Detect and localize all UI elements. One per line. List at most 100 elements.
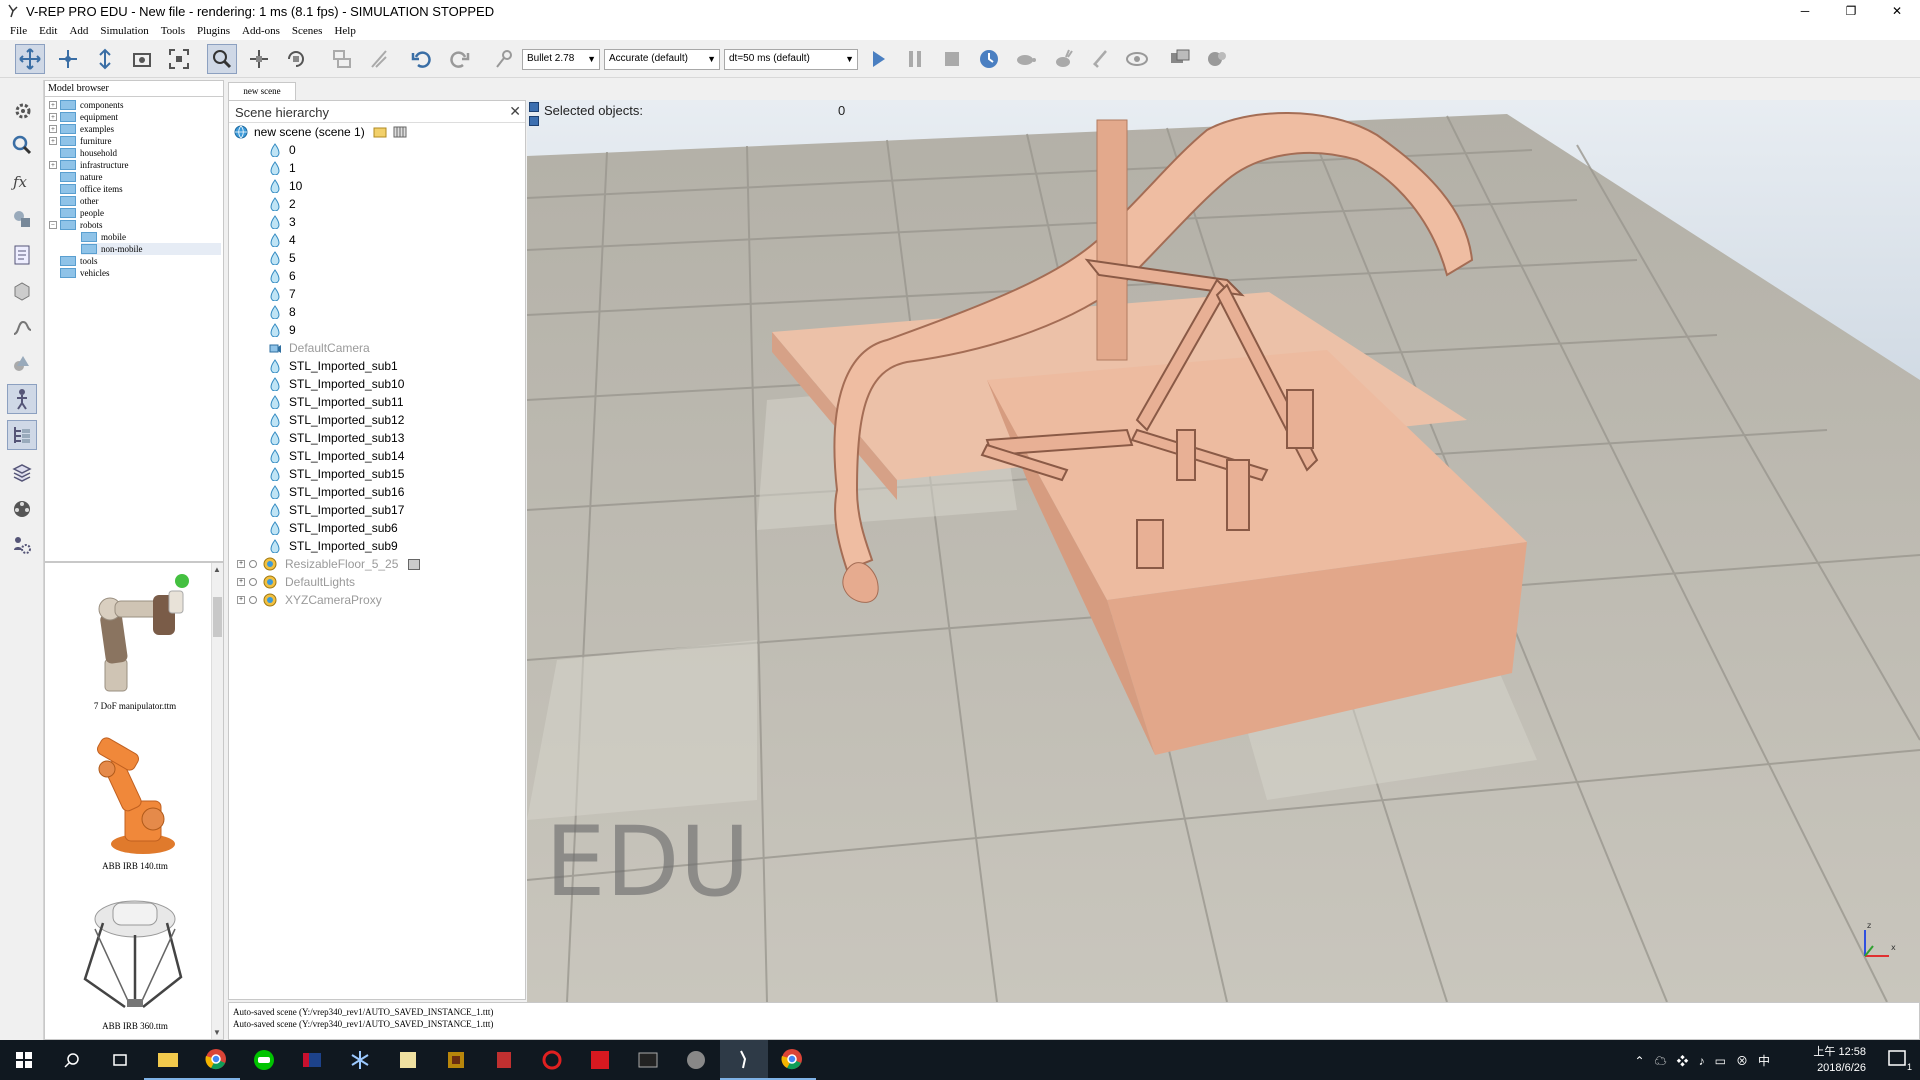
hierarchy-item[interactable]: 8 [269,303,296,321]
hierarchy-item[interactable]: STL_Imported_sub14 [269,447,404,465]
expand-toggle-icon[interactable]: + [237,560,245,568]
scene-selector-button[interactable] [1202,44,1232,74]
object-shift-button[interactable] [244,44,274,74]
cloud-icon[interactable]: ☁ [1655,1054,1667,1068]
model-folder-vehicles[interactable]: vehicles [49,267,110,279]
expand-toggle-icon[interactable]: + [237,578,245,586]
system-tray[interactable]: ⌃ ☁ ❖ ♪ ▭ ⊗ 中 [1634,1052,1770,1069]
start-button[interactable] [0,1040,48,1080]
taskbar-line[interactable] [240,1040,288,1080]
expand-toggle-icon[interactable]: + [49,161,57,169]
menu-tools[interactable]: Tools [155,25,191,37]
visualization-toggle-button[interactable] [1122,44,1152,74]
camera-angle-button[interactable] [127,44,157,74]
expand-toggle-icon[interactable]: + [49,101,57,109]
camera-shift-button[interactable] [90,44,120,74]
input-method-icon[interactable]: 中 [1758,1054,1770,1068]
hierarchy-group-item[interactable]: + ResizableFloor_5_25 [237,555,421,573]
model-folder-robots[interactable]: − robots [49,219,103,231]
model-folder-other[interactable]: other [49,195,99,207]
faster-button[interactable] [1048,44,1078,74]
model-folder-people[interactable]: people [49,207,104,219]
scroll-up-icon[interactable]: ▲ [213,565,221,574]
menu-help[interactable]: Help [328,25,361,37]
taskbar-game[interactable] [432,1040,480,1080]
menu-scenes[interactable]: Scenes [286,25,329,37]
hierarchy-item[interactable]: STL_Imported_sub17 [269,501,404,519]
hierarchy-item[interactable]: 4 [269,231,296,249]
path-edit-button[interactable] [7,312,37,342]
expand-toggle-icon[interactable]: + [49,125,57,133]
taskbar-terminal[interactable] [624,1040,672,1080]
hierarchy-item[interactable]: STL_Imported_sub10 [269,375,404,393]
model-folder-office-items[interactable]: office items [49,183,123,195]
restore-button[interactable]: ❐ [1828,0,1874,22]
folder-open-icon[interactable] [373,126,387,138]
dropbox-icon[interactable]: ❖ [1677,1054,1689,1068]
menu-add[interactable]: Add [63,25,94,37]
layers-button[interactable] [7,458,37,488]
thumbnail-abb-irb-140[interactable] [65,729,205,859]
menu-file[interactable]: File [4,25,33,37]
thumbnail-scrollbar[interactable]: ▲ ▼ [211,563,223,1039]
taskbar-vrep[interactable] [720,1040,768,1080]
hierarchy-item[interactable]: STL_Imported_sub12 [269,411,404,429]
hierarchy-item[interactable]: STL_Imported_sub16 [269,483,404,501]
model-folder-infrastructure[interactable]: + infrastructure [49,159,128,171]
hierarchy-item[interactable]: STL_Imported_sub13 [269,429,404,447]
hierarchy-item[interactable]: STL_Imported_sub15 [269,465,404,483]
menu-addons[interactable]: Add-ons [236,25,286,37]
hierarchy-item[interactable]: 3 [269,213,296,231]
click-select-button[interactable] [207,44,237,74]
pause-simulation-button[interactable] [900,44,930,74]
taskbar-clock[interactable]: 上午 12:58 2018/6/26 [1813,1044,1866,1076]
network-icon[interactable]: ▭ [1715,1054,1726,1068]
taskbar-sphere-app[interactable] [672,1040,720,1080]
physics-engine-select[interactable]: Bullet 2.78 ▼ [522,49,600,70]
visibility-dot-icon[interactable] [249,596,257,604]
model-folder-mobile[interactable]: mobile [81,231,126,243]
model-folder-furniture[interactable]: + furniture [49,135,112,147]
hierarchy-item[interactable]: STL_Imported_sub11 [269,393,404,411]
scene-hierarchy-toggle-button[interactable] [7,420,37,450]
hierarchy-group-item[interactable]: + DefaultLights [237,573,355,591]
scrollbar-thumb[interactable] [213,597,222,637]
page-selector-button[interactable] [1165,44,1195,74]
taskbar-nba[interactable] [288,1040,336,1080]
menu-edit[interactable]: Edit [33,25,63,37]
task-view-button[interactable] [96,1040,144,1080]
taskbar-solidworks[interactable] [576,1040,624,1080]
close-hierarchy-button[interactable]: ✕ [509,103,521,120]
hierarchy-item[interactable]: STL_Imported_sub6 [269,519,398,537]
scene-tab[interactable]: new scene [228,82,296,100]
taskbar-snowflake-app[interactable] [336,1040,384,1080]
expand-toggle-icon[interactable]: + [237,596,245,604]
user-settings-button[interactable] [7,530,37,560]
volume-icon[interactable]: ♪ [1699,1054,1705,1068]
taskbar-book-app[interactable] [480,1040,528,1080]
camera-pan-button[interactable] [15,44,45,74]
transfer-dna-button[interactable] [364,44,394,74]
expand-toggle-icon[interactable]: + [49,113,57,121]
model-folder-examples[interactable]: + examples [49,123,114,135]
model-folder-components[interactable]: + components [49,99,124,111]
scene-root-item[interactable]: new scene (scene 1) [234,123,407,141]
chevron-up-icon[interactable]: ⌃ [1634,1054,1644,1068]
hierarchy-item[interactable]: DefaultCamera [269,339,370,357]
model-folder-household[interactable]: household [49,147,117,159]
menu-plugins[interactable]: Plugins [191,25,236,37]
minimize-button[interactable]: ─ [1782,0,1828,22]
visibility-dot-icon[interactable] [249,560,257,568]
hierarchy-item[interactable]: 1 [269,159,296,177]
close-window-button[interactable]: ✕ [1874,0,1920,22]
visibility-dot-icon[interactable] [249,578,257,586]
camera-rotate-button[interactable] [53,44,83,74]
fit-to-view-button[interactable] [164,44,194,74]
video-recorder-button[interactable] [7,494,37,524]
menu-simulation[interactable]: Simulation [94,25,154,37]
object-properties-button[interactable] [7,130,37,160]
hierarchy-item[interactable]: STL_Imported_sub1 [269,357,398,375]
info-toggle-icon[interactable] [529,102,539,112]
start-simulation-button[interactable] [863,44,893,74]
taskbar-red-app[interactable] [528,1040,576,1080]
